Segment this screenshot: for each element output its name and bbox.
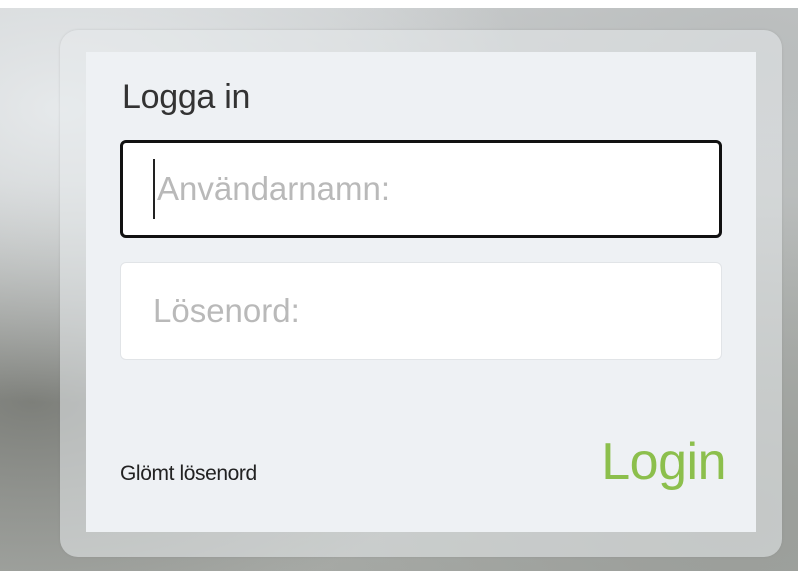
login-title: Logga in (122, 78, 251, 116)
username-field[interactable]: Användarnamn: (120, 140, 722, 238)
username-placeholder: Användarnamn: (157, 170, 390, 207)
text-caret (153, 159, 155, 219)
login-button[interactable]: Login (590, 432, 726, 492)
password-field[interactable]: Lösenord: (120, 262, 722, 360)
password-placeholder: Lösenord: (153, 292, 300, 329)
forgot-password-link[interactable]: Glömt lösenord (120, 462, 257, 486)
